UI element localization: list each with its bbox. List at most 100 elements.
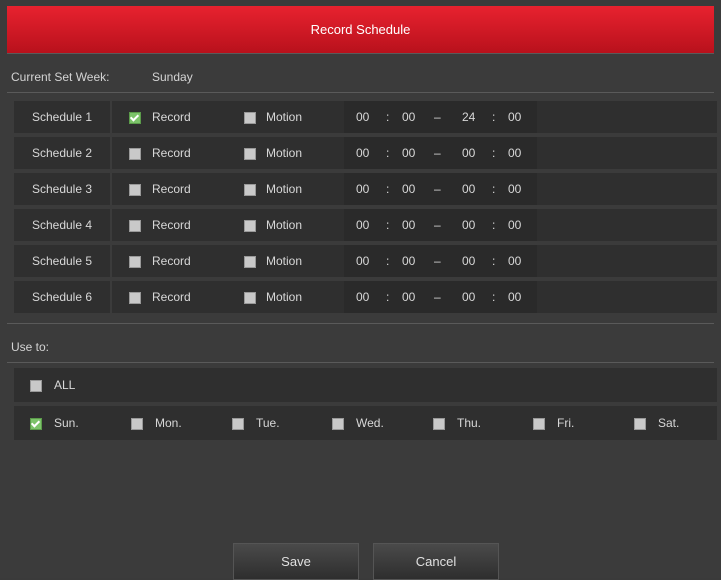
record-checkbox[interactable] <box>129 256 141 268</box>
motion-checkbox[interactable] <box>244 148 256 160</box>
schedule-row: Schedule 3 Record Motion 00 : 00 – 00 : … <box>14 173 717 207</box>
current-set-week-value: Sunday <box>152 70 193 84</box>
end-hour-field[interactable]: 00 <box>462 218 475 232</box>
schedule-name: Schedule 3 <box>14 173 112 205</box>
dialog-title: Record Schedule <box>310 22 411 37</box>
start-hour-field[interactable]: 00 <box>356 290 369 304</box>
record-label: Record <box>152 218 191 232</box>
time-colon: : <box>492 254 496 268</box>
day-checkbox-mon[interactable] <box>131 418 143 430</box>
use-to-label: Use to: <box>11 340 50 354</box>
motion-label: Motion <box>266 254 303 268</box>
motion-label: Motion <box>266 182 303 196</box>
end-minute-field[interactable]: 00 <box>508 254 521 268</box>
day-checkbox-sun[interactable] <box>30 418 42 430</box>
schedule-row: Schedule 5 Record Motion 00 : 00 – 00 : … <box>14 245 717 279</box>
all-label: ALL <box>54 378 76 392</box>
record-label: Record <box>152 182 191 196</box>
day-label-fri: Fri. <box>557 416 575 430</box>
day-label-mon: Mon. <box>155 416 182 430</box>
divider <box>7 362 714 363</box>
time-dash: – <box>434 110 441 124</box>
start-minute-field[interactable]: 00 <box>402 146 415 160</box>
time-colon: : <box>386 290 390 304</box>
start-hour-field[interactable]: 00 <box>356 110 369 124</box>
time-dash: – <box>434 182 441 196</box>
motion-checkbox[interactable] <box>244 220 256 232</box>
start-hour-field[interactable]: 00 <box>356 254 369 268</box>
schedule-row: Schedule 1 Record Motion 00 : 00 – 24 : … <box>14 101 717 135</box>
end-hour-field[interactable]: 00 <box>462 254 475 268</box>
day-checkbox-thu[interactable] <box>433 418 445 430</box>
schedule-name: Schedule 5 <box>14 245 112 277</box>
day-checkbox-sat[interactable] <box>634 418 646 430</box>
record-checkbox[interactable] <box>129 220 141 232</box>
day-checkbox-tue[interactable] <box>232 418 244 430</box>
start-minute-field[interactable]: 00 <box>402 254 415 268</box>
time-dash: – <box>434 218 441 232</box>
record-label: Record <box>152 290 191 304</box>
day-label-wed: Wed. <box>356 416 384 430</box>
time-dash: – <box>434 146 441 160</box>
record-schedule-dialog: Record Schedule Current Set Week: Sunday… <box>0 0 721 580</box>
time-colon: : <box>386 110 390 124</box>
end-minute-field[interactable]: 00 <box>508 290 521 304</box>
save-button[interactable]: Save <box>233 543 359 580</box>
schedule-row: Schedule 6 Record Motion 00 : 00 – 00 : … <box>14 281 717 315</box>
motion-label: Motion <box>266 218 303 232</box>
day-label-sun: Sun. <box>54 416 79 430</box>
schedule-name: Schedule 4 <box>14 209 112 241</box>
start-minute-field[interactable]: 00 <box>402 110 415 124</box>
time-dash: – <box>434 254 441 268</box>
schedule-name: Schedule 2 <box>14 137 112 169</box>
end-minute-field[interactable]: 00 <box>508 218 521 232</box>
all-checkbox[interactable] <box>30 380 42 392</box>
time-range: 00 : 00 – 24 : 00 <box>344 101 537 133</box>
end-hour-field[interactable]: 00 <box>462 290 475 304</box>
time-range: 00 : 00 – 00 : 00 <box>344 245 537 277</box>
start-hour-field[interactable]: 00 <box>356 218 369 232</box>
divider <box>7 92 714 93</box>
start-minute-field[interactable]: 00 <box>402 290 415 304</box>
record-checkbox[interactable] <box>129 112 141 124</box>
end-hour-field[interactable]: 00 <box>462 146 475 160</box>
motion-label: Motion <box>266 110 303 124</box>
day-checkbox-wed[interactable] <box>332 418 344 430</box>
time-dash: – <box>434 290 441 304</box>
time-colon: : <box>492 146 496 160</box>
motion-checkbox[interactable] <box>244 112 256 124</box>
record-checkbox[interactable] <box>129 148 141 160</box>
start-hour-field[interactable]: 00 <box>356 182 369 196</box>
day-checkbox-fri[interactable] <box>533 418 545 430</box>
schedule-row: Schedule 2 Record Motion 00 : 00 – 00 : … <box>14 137 717 171</box>
time-range: 00 : 00 – 00 : 00 <box>344 137 537 169</box>
motion-checkbox[interactable] <box>244 184 256 196</box>
schedule-name: Schedule 6 <box>14 281 112 313</box>
record-checkbox[interactable] <box>129 292 141 304</box>
start-hour-field[interactable]: 00 <box>356 146 369 160</box>
current-set-week-label: Current Set Week: <box>11 70 110 84</box>
time-colon: : <box>492 182 496 196</box>
time-colon: : <box>386 146 390 160</box>
end-hour-field[interactable]: 24 <box>462 110 475 124</box>
record-label: Record <box>152 254 191 268</box>
end-minute-field[interactable]: 00 <box>508 182 521 196</box>
divider <box>7 53 714 54</box>
end-minute-field[interactable]: 00 <box>508 110 521 124</box>
end-hour-field[interactable]: 00 <box>462 182 475 196</box>
day-label-sat: Sat. <box>658 416 680 430</box>
record-checkbox[interactable] <box>129 184 141 196</box>
motion-checkbox[interactable] <box>244 256 256 268</box>
motion-label: Motion <box>266 146 303 160</box>
all-row: ALL <box>14 368 717 402</box>
start-minute-field[interactable]: 00 <box>402 182 415 196</box>
start-minute-field[interactable]: 00 <box>402 218 415 232</box>
time-colon: : <box>492 110 496 124</box>
day-label-thu: Thu. <box>457 416 482 430</box>
time-colon: : <box>492 290 496 304</box>
dialog-title-bar: Record Schedule <box>7 6 714 53</box>
time-range: 00 : 00 – 00 : 00 <box>344 173 537 205</box>
end-minute-field[interactable]: 00 <box>508 146 521 160</box>
cancel-button[interactable]: Cancel <box>373 543 499 580</box>
motion-checkbox[interactable] <box>244 292 256 304</box>
